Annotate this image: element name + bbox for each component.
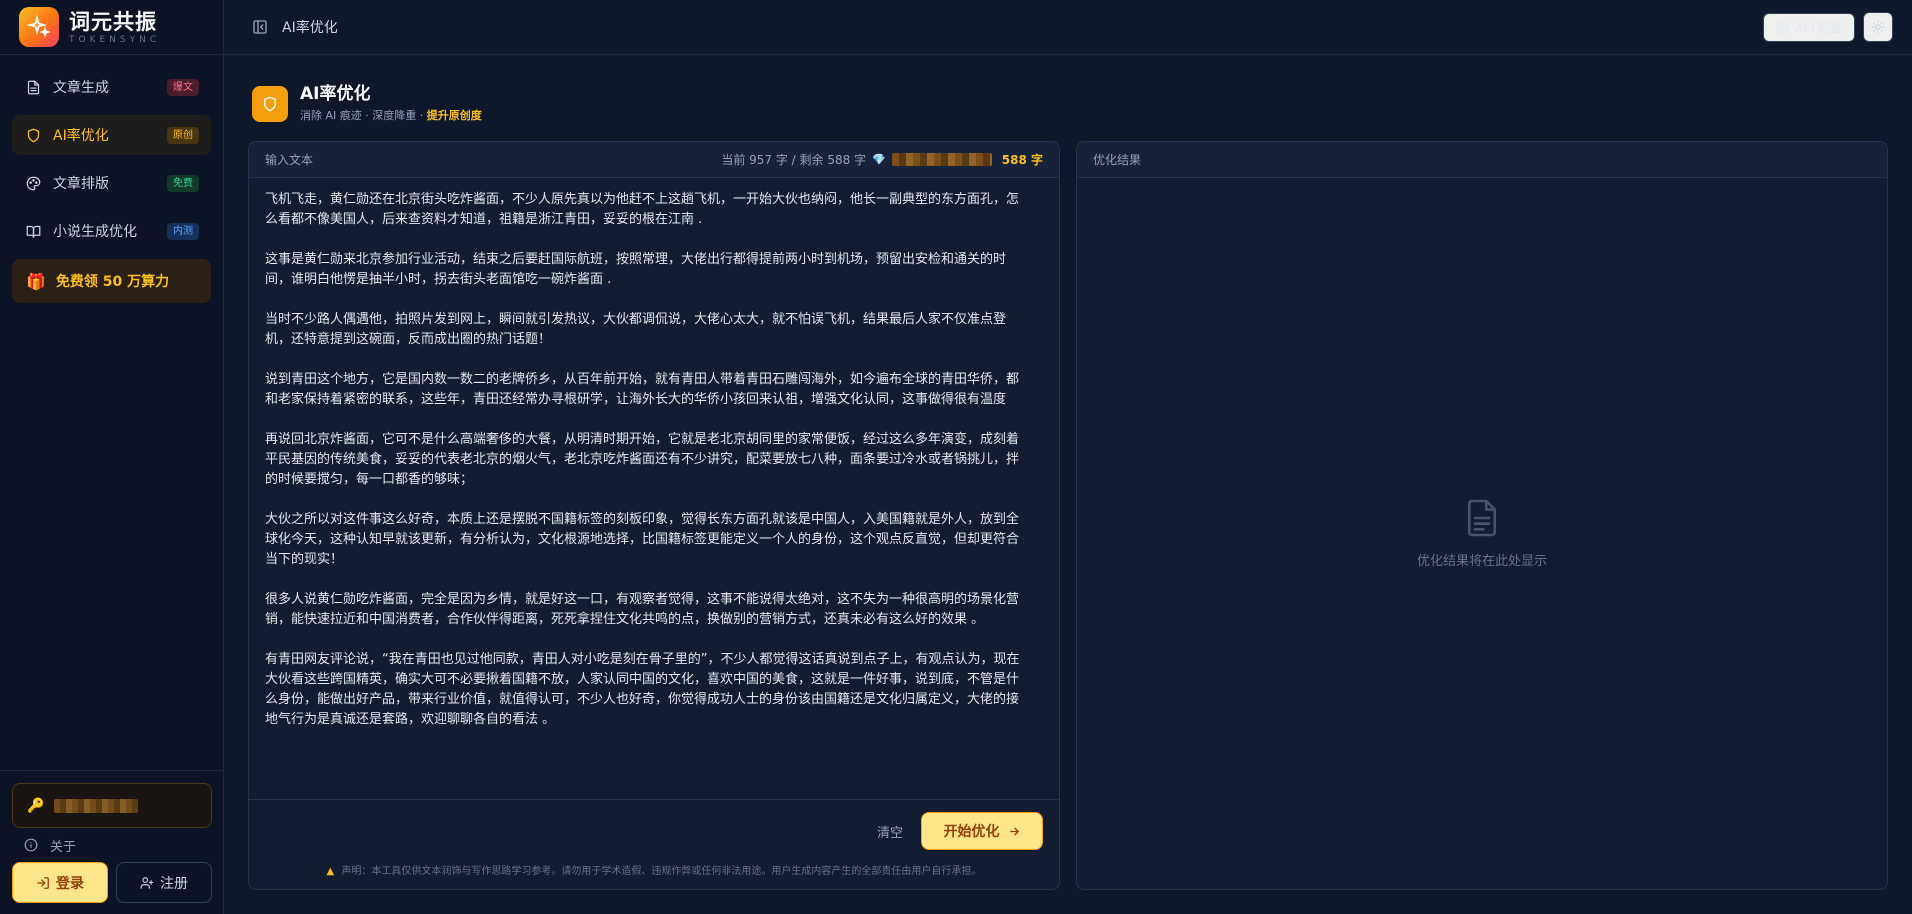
result-panel-header: 优化结果: [1077, 142, 1887, 178]
sidebar-item-article-layout[interactable]: 文章排版 免费: [12, 163, 211, 203]
user-plus-icon: [140, 876, 154, 889]
sidebar-item-ai-rate[interactable]: AI率优化 原创: [12, 115, 211, 155]
shield-icon: [25, 127, 41, 143]
warning-icon: ▲: [326, 866, 335, 877]
info-icon: [24, 838, 38, 852]
input-paragraph: 这事是黄仁勋来北京参加行业活动，结束之后要赶国际航班，按照常理，大佬出行都得提前…: [265, 252, 1007, 287]
masked-key: [54, 798, 139, 813]
sun-icon: [1871, 20, 1885, 34]
char-count: 当前 957 字 / 剩余 588 字: [721, 153, 867, 167]
about-link[interactable]: 关于: [12, 828, 212, 862]
badge-beta: 内测: [167, 222, 199, 240]
sidebar-item-article-generate[interactable]: 文章生成 爆文: [12, 67, 211, 107]
gear-icon: [1776, 20, 1790, 34]
sidebar-collapse-icon[interactable]: [252, 19, 268, 35]
sparkle-logo-icon: [19, 7, 59, 47]
sidebar-item-label: 文章生成: [53, 80, 109, 96]
input-panel-header: 输入文本 当前 957 字 / 剩余 588 字 💎 588 字: [249, 142, 1059, 178]
disclaimer-text: 声明：本工具仅供文本润饰与写作思路学习参考。请勿用于学术造假、违规作弊或任何非法…: [341, 866, 982, 877]
login-button[interactable]: 登录: [12, 862, 108, 903]
empty-document-icon: [1467, 499, 1497, 537]
promo-free-credits[interactable]: 🎁 免费领 50 万算力: [12, 259, 211, 303]
sidebar-bottom: 🔑 关于 登录 注册: [0, 770, 224, 914]
promo-label: 免费领 50 万算力: [55, 274, 170, 290]
input-paragraph: 当时不少路人偶遇他，拍照片发到网上，瞬间就引发热议，大伙都调侃说，大佬心太大，就…: [265, 312, 1007, 347]
input-paragraph: 飞机飞走，黄仁勋还在北京街头吃炸酱面，不少人原先真以为他赶不上这趟飞机，一开始大…: [265, 192, 1020, 227]
login-icon: [37, 876, 49, 889]
badge-original: 原创: [167, 126, 199, 144]
page-subtitle-prefix: 消除 AI 痕迹 · 深度降重 ·: [300, 109, 424, 122]
input-paragraph: 有青田网友评论说，“我在青田也见过他同款，青田人对小吃是刻在骨子里的”，不少人都…: [265, 652, 1020, 727]
brand[interactable]: 词元共振 TOKENSYNC: [0, 0, 223, 55]
about-label: 关于: [50, 839, 77, 855]
page-subtitle-highlight: 提升原创度: [426, 109, 482, 122]
start-optimize-label: 开始优化: [943, 823, 1000, 839]
input-paragraph: 说到青田这个地方，它是国内数一数二的老牌侨乡，从百年前开始，就有青田人带着青田石…: [265, 372, 1020, 407]
result-empty-state: 优化结果将在此处显示: [1077, 498, 1887, 569]
api-config-label: API 配置: [1795, 20, 1842, 35]
page-header: AI率优化 消除 AI 痕迹 · 深度降重 · 提升原创度: [252, 84, 482, 123]
badge-hot: 爆文: [167, 78, 199, 96]
book-icon: [25, 223, 41, 239]
gift-icon: 🎁: [26, 271, 46, 291]
start-optimize-button[interactable]: 开始优化: [921, 812, 1043, 850]
shield-icon: [252, 85, 288, 122]
sidebar: 词元共振 TOKENSYNC 文章生成 爆文 AI率优化 原创 文章排版 免费: [0, 0, 224, 914]
theme-toggle-button[interactable]: [1863, 12, 1893, 42]
brand-subtitle: TOKENSYNC: [69, 34, 161, 45]
register-button[interactable]: 注册: [116, 862, 212, 903]
topbar-title: AI率优化: [282, 20, 338, 36]
input-paragraph: 再说回北京炸酱面，它可不是什么高端奢侈的大餐，从明清时期开始，它就是老北京胡同里…: [265, 432, 1020, 487]
result-panel: 优化结果 优化结果将在此处显示: [1076, 141, 1888, 890]
topbar: AI率优化 API 配置: [224, 0, 1912, 55]
login-label: 登录: [56, 874, 84, 891]
diamond-icon: 💎: [872, 153, 886, 166]
input-textarea[interactable]: 飞机飞走，黄仁勋还在北京街头吃炸酱面，不少人原先真以为他赶不上这趟飞机，一开始大…: [249, 178, 1059, 801]
sidebar-item-label: AI率优化: [53, 128, 109, 144]
api-config-button[interactable]: API 配置: [1763, 12, 1855, 42]
page-title: AI率优化: [300, 84, 371, 104]
page-subtitle: 消除 AI 痕迹 · 深度降重 · 提升原创度: [300, 107, 482, 123]
input-panel: 输入文本 当前 957 字 / 剩余 588 字 💎 588 字 飞机飞走，黄仁…: [248, 141, 1060, 890]
input-paragraph: 大伙之所以对这件事这么好奇，本质上还是摆脱不国籍标签的刻板印象，觉得长东方面孔就…: [265, 512, 1020, 567]
masked-balance: [891, 153, 992, 166]
palette-icon: [25, 175, 41, 191]
badge-free: 免费: [167, 174, 199, 192]
input-paragraph: 很多人说黄仁勋吃炸酱面，完全是因为乡情，就是好这一口，有观察者觉得，这事不能说得…: [265, 592, 1020, 627]
disclaimer: ▲ 声明：本工具仅供文本润饰与写作思路学习参考。请勿用于学术造假、违规作弊或任何…: [249, 862, 1059, 877]
sidebar-item-label: 小说生成优化: [53, 224, 137, 240]
input-panel-label: 输入文本: [265, 153, 314, 167]
clear-button[interactable]: 清空: [877, 822, 903, 841]
result-empty-text: 优化结果将在此处显示: [1416, 554, 1547, 569]
sidebar-item-label: 文章排版: [53, 176, 109, 192]
char-stats: 当前 957 字 / 剩余 588 字 💎 588 字: [721, 151, 1043, 168]
sidebar-item-novel[interactable]: 小说生成优化 内测: [12, 211, 211, 251]
api-key-box[interactable]: 🔑: [12, 783, 212, 828]
arrow-right-icon: [1009, 827, 1019, 835]
key-icon: 🔑: [27, 797, 45, 814]
register-label: 注册: [160, 874, 188, 891]
remaining-chars: 588 字: [1001, 153, 1043, 167]
sidebar-nav: 文章生成 爆文 AI率优化 原创 文章排版 免费 小说生成优化 内测 🎁 免费领…: [0, 55, 223, 303]
result-panel-label: 优化结果: [1093, 153, 1142, 167]
document-icon: [25, 79, 41, 95]
brand-name: 词元共振: [69, 9, 157, 34]
input-panel-footer: 清空 开始优化 ▲ 声明：本工具仅供文本润饰与写作思路学习参考。请勿用于学术造假…: [249, 799, 1059, 889]
